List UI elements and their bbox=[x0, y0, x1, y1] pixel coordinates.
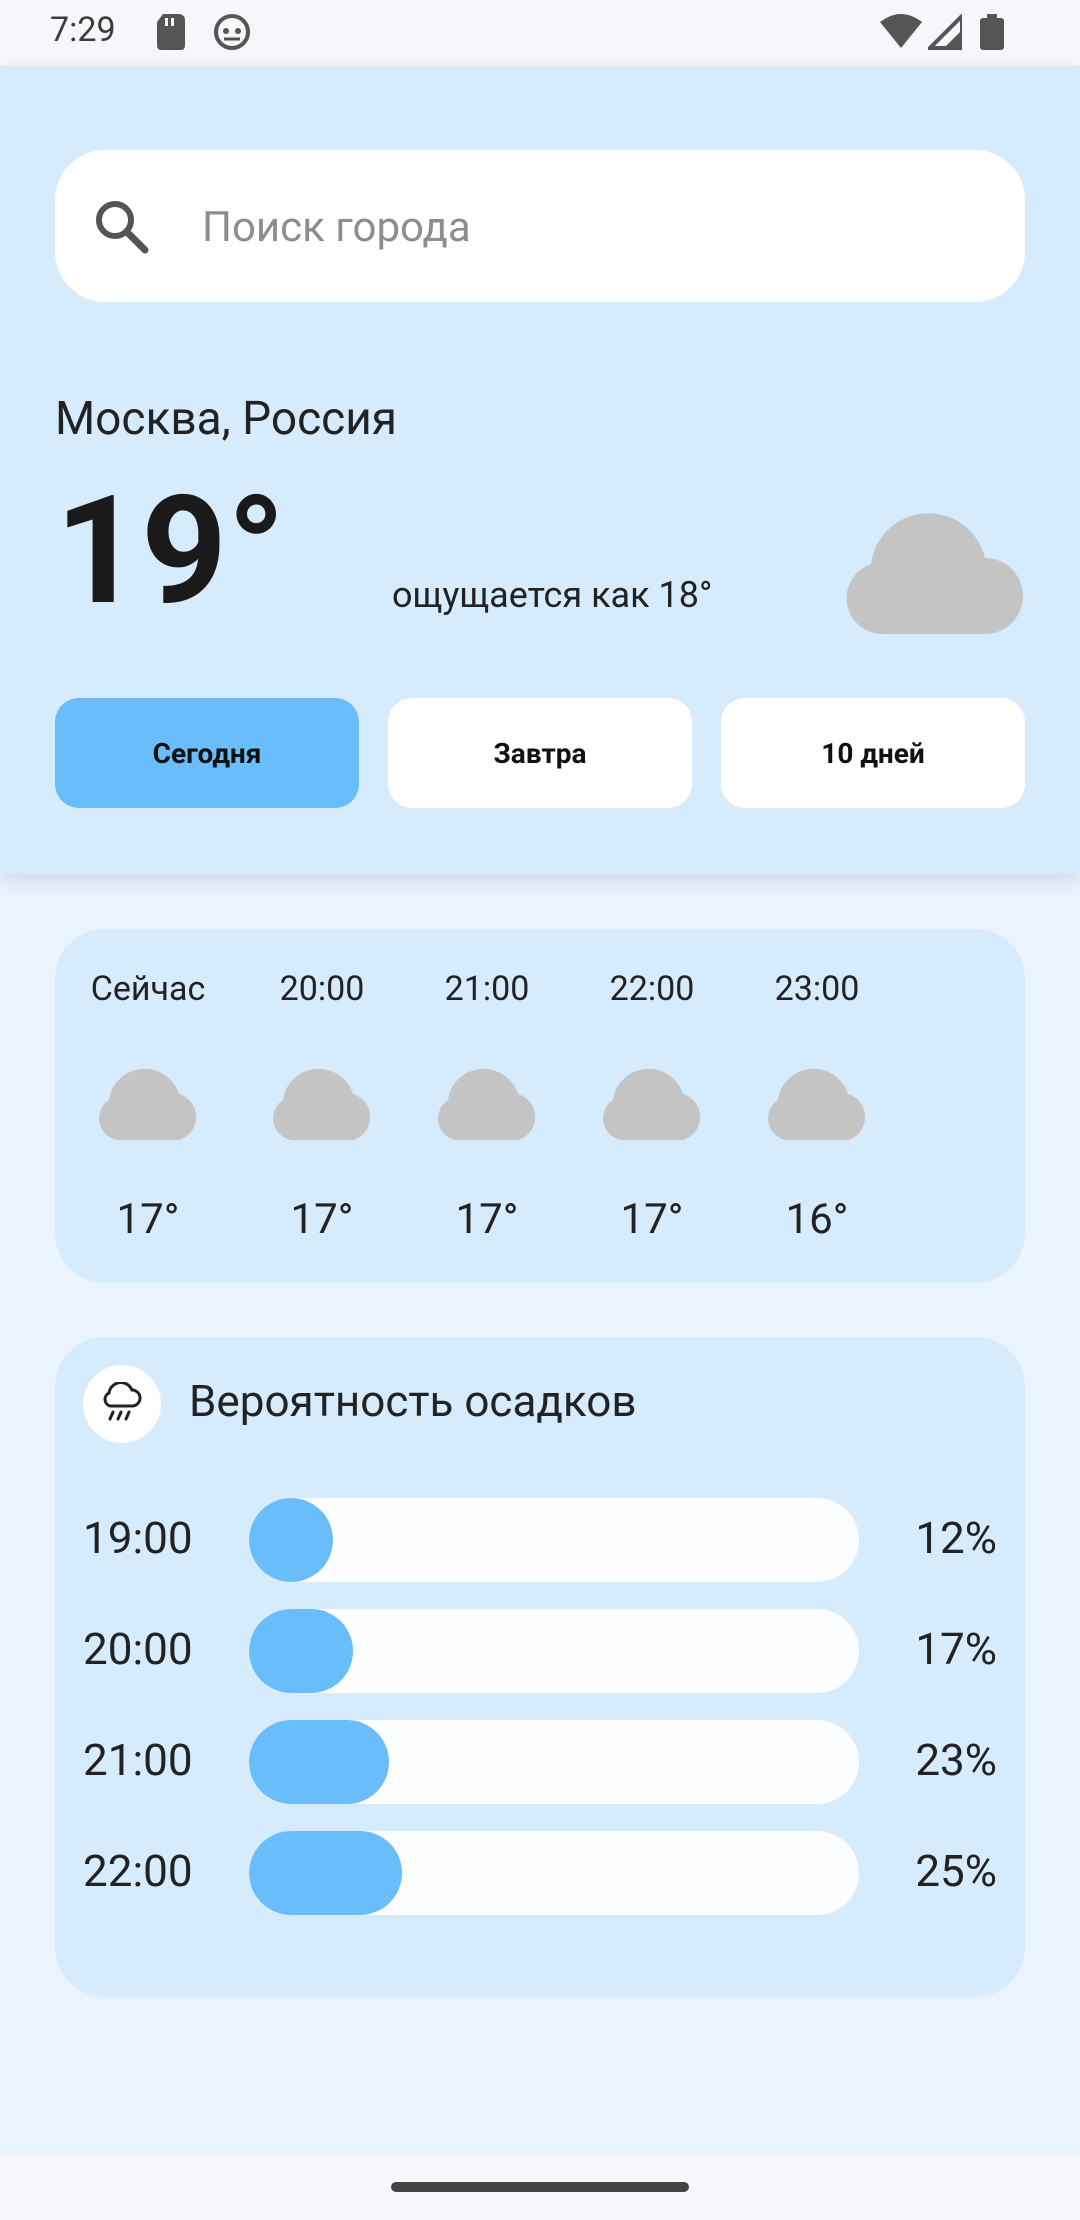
hour-temperature: 17° bbox=[620, 1195, 684, 1244]
precipitation-time: 20:00 bbox=[83, 1623, 193, 1675]
precipitation-time: 22:00 bbox=[83, 1845, 193, 1897]
forecast-tabs: Сегодня Завтра 10 дней bbox=[55, 698, 1025, 808]
hourly-item: 21:00 17° bbox=[412, 929, 562, 1283]
precipitation-bar bbox=[249, 1720, 859, 1804]
hour-temperature: 17° bbox=[116, 1195, 180, 1244]
hour-time: 23:00 bbox=[774, 969, 860, 1009]
search-input[interactable] bbox=[200, 150, 984, 304]
cloud-icon bbox=[845, 506, 1025, 640]
sd-card-icon bbox=[157, 14, 185, 54]
status-time: 7:29 bbox=[50, 10, 116, 50]
precipitation-title: Вероятность осадков bbox=[189, 1375, 637, 1427]
cloud-icon bbox=[762, 1066, 874, 1146]
hour-temperature: 17° bbox=[290, 1195, 354, 1244]
tab-today[interactable]: Сегодня bbox=[55, 698, 359, 808]
android-head-icon bbox=[214, 14, 250, 54]
cloud-icon bbox=[93, 1066, 205, 1146]
precipitation-card: Вероятность осадков 19:00 12% 20:00 17% … bbox=[55, 1337, 1025, 1997]
precipitation-bar bbox=[249, 1609, 859, 1693]
precipitation-bar-fill bbox=[249, 1609, 353, 1693]
wifi-icon bbox=[880, 14, 922, 54]
hour-time: 21:00 bbox=[444, 969, 530, 1009]
precipitation-bar bbox=[249, 1831, 859, 1915]
search-icon bbox=[93, 198, 149, 258]
precipitation-time: 21:00 bbox=[83, 1734, 193, 1786]
home-gesture-handle[interactable] bbox=[391, 2182, 689, 2192]
search-bar[interactable] bbox=[55, 150, 1025, 304]
hour-temperature: 16° bbox=[785, 1195, 849, 1244]
hour-temperature: 17° bbox=[455, 1195, 519, 1244]
precipitation-value: 25% bbox=[915, 1845, 997, 1897]
hourly-item: Сейчас 17° bbox=[73, 929, 223, 1283]
hour-time: Сейчас bbox=[90, 969, 206, 1009]
hourly-forecast[interactable]: Сейчас 17° 20:00 17° 21:00 17° 22:00 17°… bbox=[55, 929, 1025, 1283]
precipitation-row: 22:00 25% bbox=[55, 1831, 1025, 1915]
hourly-item: 20:00 17° bbox=[247, 929, 397, 1283]
precipitation-row: 20:00 17% bbox=[55, 1609, 1025, 1693]
cloud-icon bbox=[432, 1066, 544, 1146]
tab-10-days[interactable]: 10 дней bbox=[721, 698, 1025, 808]
precipitation-bar-fill bbox=[249, 1831, 402, 1915]
precipitation-value: 23% bbox=[915, 1734, 997, 1786]
precipitation-row: 21:00 23% bbox=[55, 1720, 1025, 1804]
city-name: Москва, Россия bbox=[55, 392, 398, 446]
precipitation-bar-fill bbox=[249, 1498, 333, 1582]
hourly-item: 22:00 17° bbox=[577, 929, 727, 1283]
tab-tomorrow[interactable]: Завтра bbox=[388, 698, 692, 808]
battery-icon bbox=[980, 14, 1004, 54]
precipitation-time: 19:00 bbox=[83, 1512, 193, 1564]
weather-header: Москва, Россия 19° ощущается как 18° Сег… bbox=[0, 66, 1080, 874]
status-bar: 7:29 bbox=[0, 0, 1080, 66]
precipitation-value: 17% bbox=[915, 1623, 997, 1675]
precipitation-bar bbox=[249, 1498, 859, 1582]
cloud-icon bbox=[267, 1066, 379, 1146]
hourly-item: 23:00 16° bbox=[742, 929, 892, 1283]
cloud-icon bbox=[597, 1066, 709, 1146]
hour-time: 20:00 bbox=[279, 969, 365, 1009]
signal-icon bbox=[925, 11, 964, 54]
current-temperature: 19° bbox=[55, 463, 286, 639]
hour-time: 22:00 bbox=[609, 969, 695, 1009]
feels-like: ощущается как 18° bbox=[392, 574, 713, 616]
precipitation-bar-fill bbox=[249, 1720, 390, 1804]
precipitation-value: 12% bbox=[915, 1512, 997, 1564]
rain-cloud-icon bbox=[83, 1365, 161, 1443]
precipitation-row: 19:00 12% bbox=[55, 1498, 1025, 1582]
